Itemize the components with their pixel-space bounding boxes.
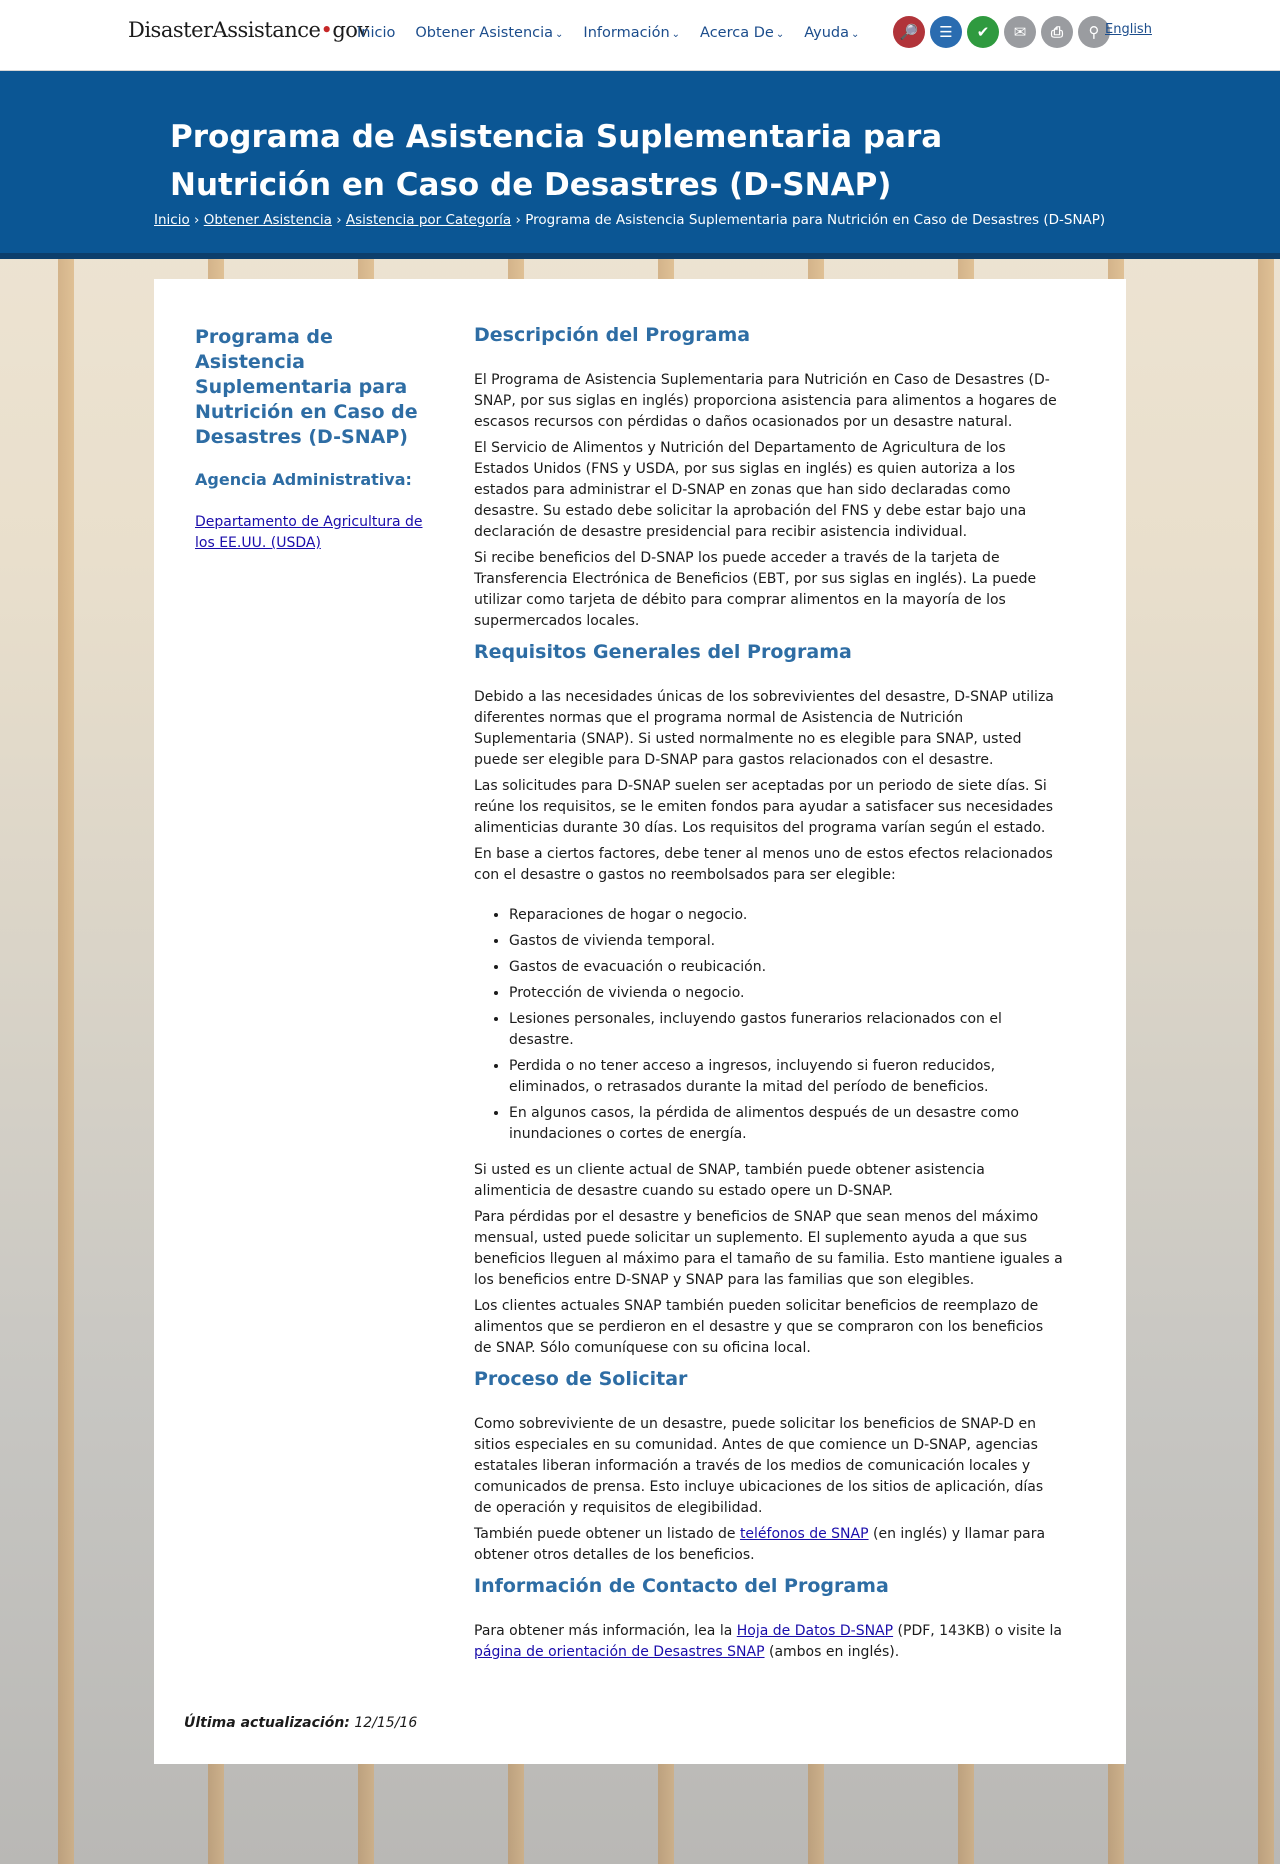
list-item: En algunos casos, la pérdida de alimento… bbox=[509, 1103, 1064, 1145]
snap-phones-link[interactable]: teléfonos de SNAP bbox=[740, 1526, 869, 1542]
nav-ayuda-label: Ayuda bbox=[804, 25, 849, 41]
section-heading-contact: Información de Contacto del Programa bbox=[474, 1575, 889, 1597]
nav-informacion[interactable]: Información ⌄ bbox=[583, 25, 680, 41]
text: También puede obtener un listado de bbox=[474, 1526, 740, 1542]
breadcrumb-link-asistencia-categoria[interactable]: Asistencia por Categoría bbox=[346, 212, 511, 228]
apply-search-icon[interactable]: 🔎 bbox=[893, 16, 925, 48]
paragraph: Los clientes actuales SNAP también puede… bbox=[474, 1298, 1044, 1356]
program-sidebar: Programa de Asistencia Suplementaria par… bbox=[195, 325, 445, 554]
chevron-down-icon: ⌄ bbox=[671, 29, 681, 40]
list-item: Lesiones personales, incluyendo gastos f… bbox=[509, 1009, 1064, 1051]
list-item: Perdida o no tener acceso a ingresos, in… bbox=[509, 1056, 1064, 1098]
page-hero: Programa de Asistencia Suplementaria par… bbox=[0, 71, 1280, 259]
checklist-icon[interactable]: ☰ bbox=[930, 16, 962, 48]
nav-acerca-de-label: Acerca De bbox=[700, 25, 774, 41]
chevron-down-icon: ⌄ bbox=[555, 29, 564, 40]
section-heading-application-process: Proceso de Solicitar bbox=[474, 1368, 688, 1390]
chevron-down-icon: ⌄ bbox=[775, 29, 785, 40]
text: Para obtener más información, lea la bbox=[474, 1623, 737, 1639]
print-icon[interactable]: ⎙ bbox=[1041, 16, 1073, 48]
check-status-icon[interactable]: ✔ bbox=[967, 16, 999, 48]
paragraph: También puede obtener un listado de telé… bbox=[474, 1524, 1064, 1566]
paragraph: Si usted es un cliente actual de SNAP, t… bbox=[474, 1162, 985, 1199]
list-item: Protección de vivienda o negocio. bbox=[509, 983, 1064, 1004]
paragraph: Como sobreviviente de un desastre, puede… bbox=[474, 1416, 1044, 1516]
breadcrumb-separator: › bbox=[336, 212, 342, 228]
site-header: DisasterAssistance•gov Inicio Obtener As… bbox=[0, 0, 1280, 71]
paragraph: En base a ciertos factores, debe tener a… bbox=[474, 846, 1053, 883]
site-logo[interactable]: DisasterAssistance•gov bbox=[128, 18, 369, 42]
sidebar-title: Programa de Asistencia Suplementaria par… bbox=[195, 326, 418, 448]
nav-acerca-de[interactable]: Acerca De ⌄ bbox=[700, 25, 784, 41]
breadcrumb: Inicio › Obtener Asistencia › Asistencia… bbox=[154, 212, 1105, 228]
list-item: Gastos de evacuación o reubicación. bbox=[509, 957, 1064, 978]
text: (PDF, 143KB) o visite la bbox=[893, 1623, 1062, 1639]
language-link-english[interactable]: English bbox=[1105, 22, 1152, 37]
content-card: Programa de Asistencia Suplementaria par… bbox=[154, 279, 1126, 1764]
logo-text-disaster: Disaster bbox=[128, 18, 213, 42]
paragraph: Las solicitudes para D-SNAP suelen ser a… bbox=[474, 778, 1054, 836]
nav-informacion-label: Información bbox=[583, 25, 670, 41]
last-updated-label: Última actualización: bbox=[184, 1715, 350, 1731]
nav-inicio-label: Inicio bbox=[357, 25, 396, 41]
breadcrumb-separator: › bbox=[515, 212, 521, 228]
list-item: Gastos de vivienda temporal. bbox=[509, 931, 1064, 952]
breadcrumb-link-inicio[interactable]: Inicio bbox=[154, 212, 190, 228]
eligibility-list: Reparaciones de hogar o negocio. Gastos … bbox=[509, 905, 1064, 1145]
last-updated: Última actualización: 12/15/16 bbox=[184, 1715, 417, 1731]
paragraph: Para pérdidas por el desastre y benefici… bbox=[474, 1209, 1063, 1288]
text: (ambos en inglés). bbox=[764, 1644, 900, 1660]
breadcrumb-separator: › bbox=[194, 212, 200, 228]
last-updated-date: 12/15/16 bbox=[354, 1715, 418, 1731]
breadcrumb-link-obtener-asistencia[interactable]: Obtener Asistencia bbox=[204, 212, 332, 228]
nav-obtener-asistencia-label: Obtener Asistencia bbox=[415, 25, 554, 41]
logo-dot: • bbox=[320, 18, 333, 42]
paragraph: Para obtener más información, lea la Hoj… bbox=[474, 1621, 1064, 1663]
agency-heading: Agencia Administrativa: bbox=[195, 470, 412, 489]
breadcrumb-current: Programa de Asistencia Suplementaria par… bbox=[525, 212, 1106, 228]
snap-disaster-guidance-link[interactable]: página de orientación de Desastres SNAP bbox=[474, 1644, 765, 1660]
chevron-down-icon: ⌄ bbox=[851, 29, 860, 40]
page-title: Programa de Asistencia Suplementaria par… bbox=[170, 119, 943, 203]
paragraph: Debido a las necesidades únicas de los s… bbox=[474, 689, 1054, 768]
logo-text-assistance: Assistance bbox=[212, 18, 321, 42]
agency-link-usda[interactable]: Departamento de Agricultura de los EE.UU… bbox=[195, 512, 445, 554]
program-content: Descripción del Programa El Programa de … bbox=[474, 325, 1064, 1668]
nav-ayuda[interactable]: Ayuda ⌄ bbox=[804, 25, 859, 41]
dsnap-fact-sheet-link[interactable]: Hoja de Datos D-SNAP bbox=[737, 1623, 893, 1639]
nav-inicio[interactable]: Inicio bbox=[357, 25, 395, 41]
hero-divider bbox=[0, 253, 1280, 259]
section-heading-requirements: Requisitos Generales del Programa bbox=[474, 641, 852, 663]
paragraph: El Servicio de Alimentos y Nutrición del… bbox=[474, 440, 1027, 540]
section-heading-description: Descripción del Programa bbox=[474, 324, 751, 346]
paragraph: Si recibe beneficios del D-SNAP los pued… bbox=[474, 550, 1037, 629]
nav-obtener-asistencia[interactable]: Obtener Asistencia ⌄ bbox=[415, 25, 563, 41]
utility-toolbar: 🔎 ☰ ✔ ✉ ⎙ ⚲ bbox=[893, 16, 1110, 48]
paragraph: El Programa de Asistencia Suplementaria … bbox=[474, 372, 1057, 430]
list-item: Reparaciones de hogar o negocio. bbox=[509, 905, 1064, 926]
email-icon[interactable]: ✉ bbox=[1004, 16, 1036, 48]
main-nav: Inicio Obtener Asistencia ⌄ Información ⌄ … bbox=[357, 25, 859, 41]
